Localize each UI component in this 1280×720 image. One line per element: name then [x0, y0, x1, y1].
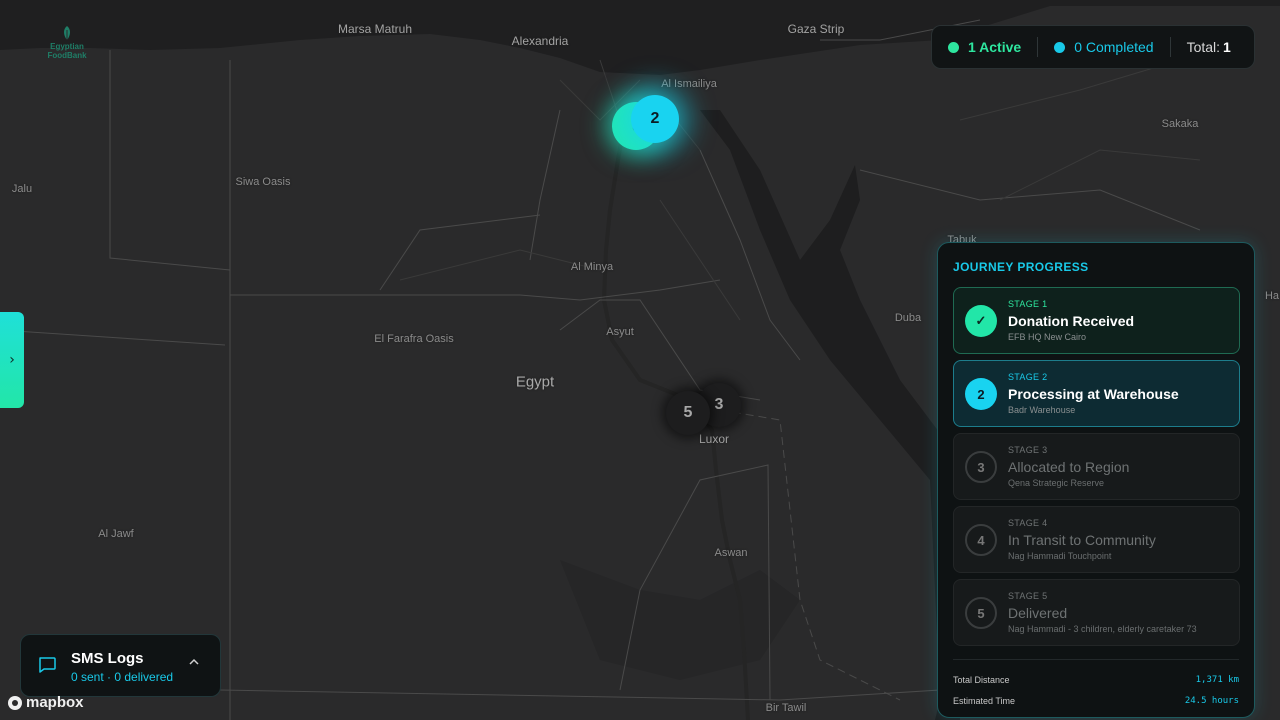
map-label: Duba	[894, 312, 922, 324]
chevron-right-icon: ›	[9, 352, 15, 368]
stage-badge: 2	[965, 378, 997, 410]
estimated-time-label: Estimated Time	[953, 696, 1016, 706]
journey-stage-3[interactable]: 3 STAGE 3 Allocated to Region Qena Strat…	[953, 433, 1240, 500]
stage-number: STAGE 5	[1008, 591, 1048, 601]
journey-divider	[953, 659, 1239, 660]
mapbox-icon	[8, 695, 22, 710]
stage-badge: 3	[965, 451, 997, 483]
map-cluster-marker[interactable]: 5	[666, 391, 710, 435]
map-label: Al Minya	[570, 261, 614, 273]
journey-stage-5[interactable]: 5 STAGE 5 Delivered Nag Hammadi - 3 chil…	[953, 579, 1240, 646]
estimated-time-row: Estimated Time 24.5 hours	[953, 694, 1239, 708]
estimated-time-value: 24.5 hours	[1184, 696, 1239, 706]
map-label: Gaza Strip	[787, 22, 845, 36]
map-label: Al Jawf	[98, 528, 134, 540]
egyptian-food-bank-logo: Egyptian FoodBank	[40, 24, 94, 74]
logo-text-line1: Egyptian	[50, 42, 84, 51]
logo-text-line2: FoodBank	[47, 51, 87, 60]
map-label: Al Ismailiya	[661, 78, 717, 90]
map-cluster-marker[interactable]: 2	[631, 95, 679, 143]
map-label: Aswan	[714, 547, 748, 559]
completed-dot-icon	[1054, 41, 1066, 53]
stage-name: Delivered	[1008, 605, 1068, 621]
journey-title: JOURNEY PROGRESS	[953, 260, 1089, 274]
map-label: Sakaka	[1161, 118, 1199, 130]
map-label-country: Egypt	[515, 373, 555, 391]
sms-logs-panel[interactable]: SMS Logs 0 sent · 0 delivered	[20, 634, 221, 697]
stage-location: EFB HQ New Cairo	[1008, 332, 1087, 342]
stage-name: Allocated to Region	[1008, 459, 1130, 475]
completed-count[interactable]: 0 Completed	[1037, 37, 1169, 57]
delivery-status-bar: 1 Active 0 Completed Total: 1	[931, 25, 1255, 69]
stage-number: STAGE 4	[1008, 518, 1048, 528]
chat-icon	[39, 657, 56, 673]
stage-name: Donation Received	[1008, 313, 1135, 329]
check-icon: ✓	[965, 305, 997, 337]
map-label: Siwa Oasis	[235, 176, 291, 188]
journey-stage-4[interactable]: 4 STAGE 4 In Transit to Community Nag Ha…	[953, 506, 1240, 573]
map-label: Bir Tawil	[765, 702, 807, 714]
stage-name: In Transit to Community	[1008, 532, 1156, 548]
stage-location: Nag Hammadi - 3 children, elderly careta…	[1008, 624, 1197, 634]
map-label: Asyut	[606, 326, 634, 338]
stage-name: Processing at Warehouse	[1008, 386, 1179, 402]
stage-location: Qena Strategic Reserve	[1008, 478, 1105, 488]
total-distance-row: Total Distance 1,371 km	[953, 673, 1239, 687]
map-label: El Farafra Oasis	[374, 333, 454, 345]
journey-stage-1[interactable]: ✓ STAGE 1 Donation Received EFB HQ New C…	[953, 287, 1240, 354]
active-count[interactable]: 1 Active	[932, 37, 1037, 57]
map-label: Alexandria	[511, 34, 569, 48]
stage-number: STAGE 2	[1008, 372, 1048, 382]
logo-leaf-icon	[64, 26, 70, 40]
mapbox-logo[interactable]: mapbox	[8, 694, 84, 711]
sms-stats: 0 sent · 0 delivered	[71, 670, 174, 684]
map-label: Ha	[1264, 290, 1280, 302]
stage-badge: 5	[965, 597, 997, 629]
stage-location: Nag Hammadi Touchpoint	[1008, 551, 1112, 561]
active-label: 1 Active	[968, 39, 1022, 55]
app-root: Marsa Matruh Alexandria Gaza Strip Al Is…	[0, 0, 1280, 720]
total-distance-label: Total Distance	[953, 675, 1010, 685]
total-distance-value: 1,371 km	[1195, 675, 1239, 685]
total-count: Total: 1	[1169, 37, 1247, 57]
journey-stage-2[interactable]: 2 STAGE 2 Processing at Warehouse Badr W…	[953, 360, 1240, 427]
active-dot-icon	[948, 41, 959, 53]
mapbox-wordmark: mapbox	[26, 694, 84, 711]
map-label: Marsa Matruh	[337, 22, 413, 36]
chevron-up-icon[interactable]	[188, 657, 200, 667]
map-label: Luxor	[698, 432, 730, 446]
stage-number: STAGE 1	[1008, 299, 1048, 309]
total-value: 1	[1223, 39, 1231, 55]
journey-progress-panel: JOURNEY PROGRESS ✓ STAGE 1 Donation Rece…	[937, 242, 1255, 718]
stage-badge: 4	[965, 524, 997, 556]
sidebar-toggle-button[interactable]: ›	[0, 312, 24, 408]
completed-label: 0 Completed	[1074, 39, 1154, 55]
map-label: Jalu	[11, 183, 33, 195]
sms-title: SMS Logs	[71, 650, 144, 667]
stage-number: STAGE 3	[1008, 445, 1048, 455]
total-label: Total:	[1186, 39, 1221, 55]
stage-location: Badr Warehouse	[1008, 405, 1076, 415]
